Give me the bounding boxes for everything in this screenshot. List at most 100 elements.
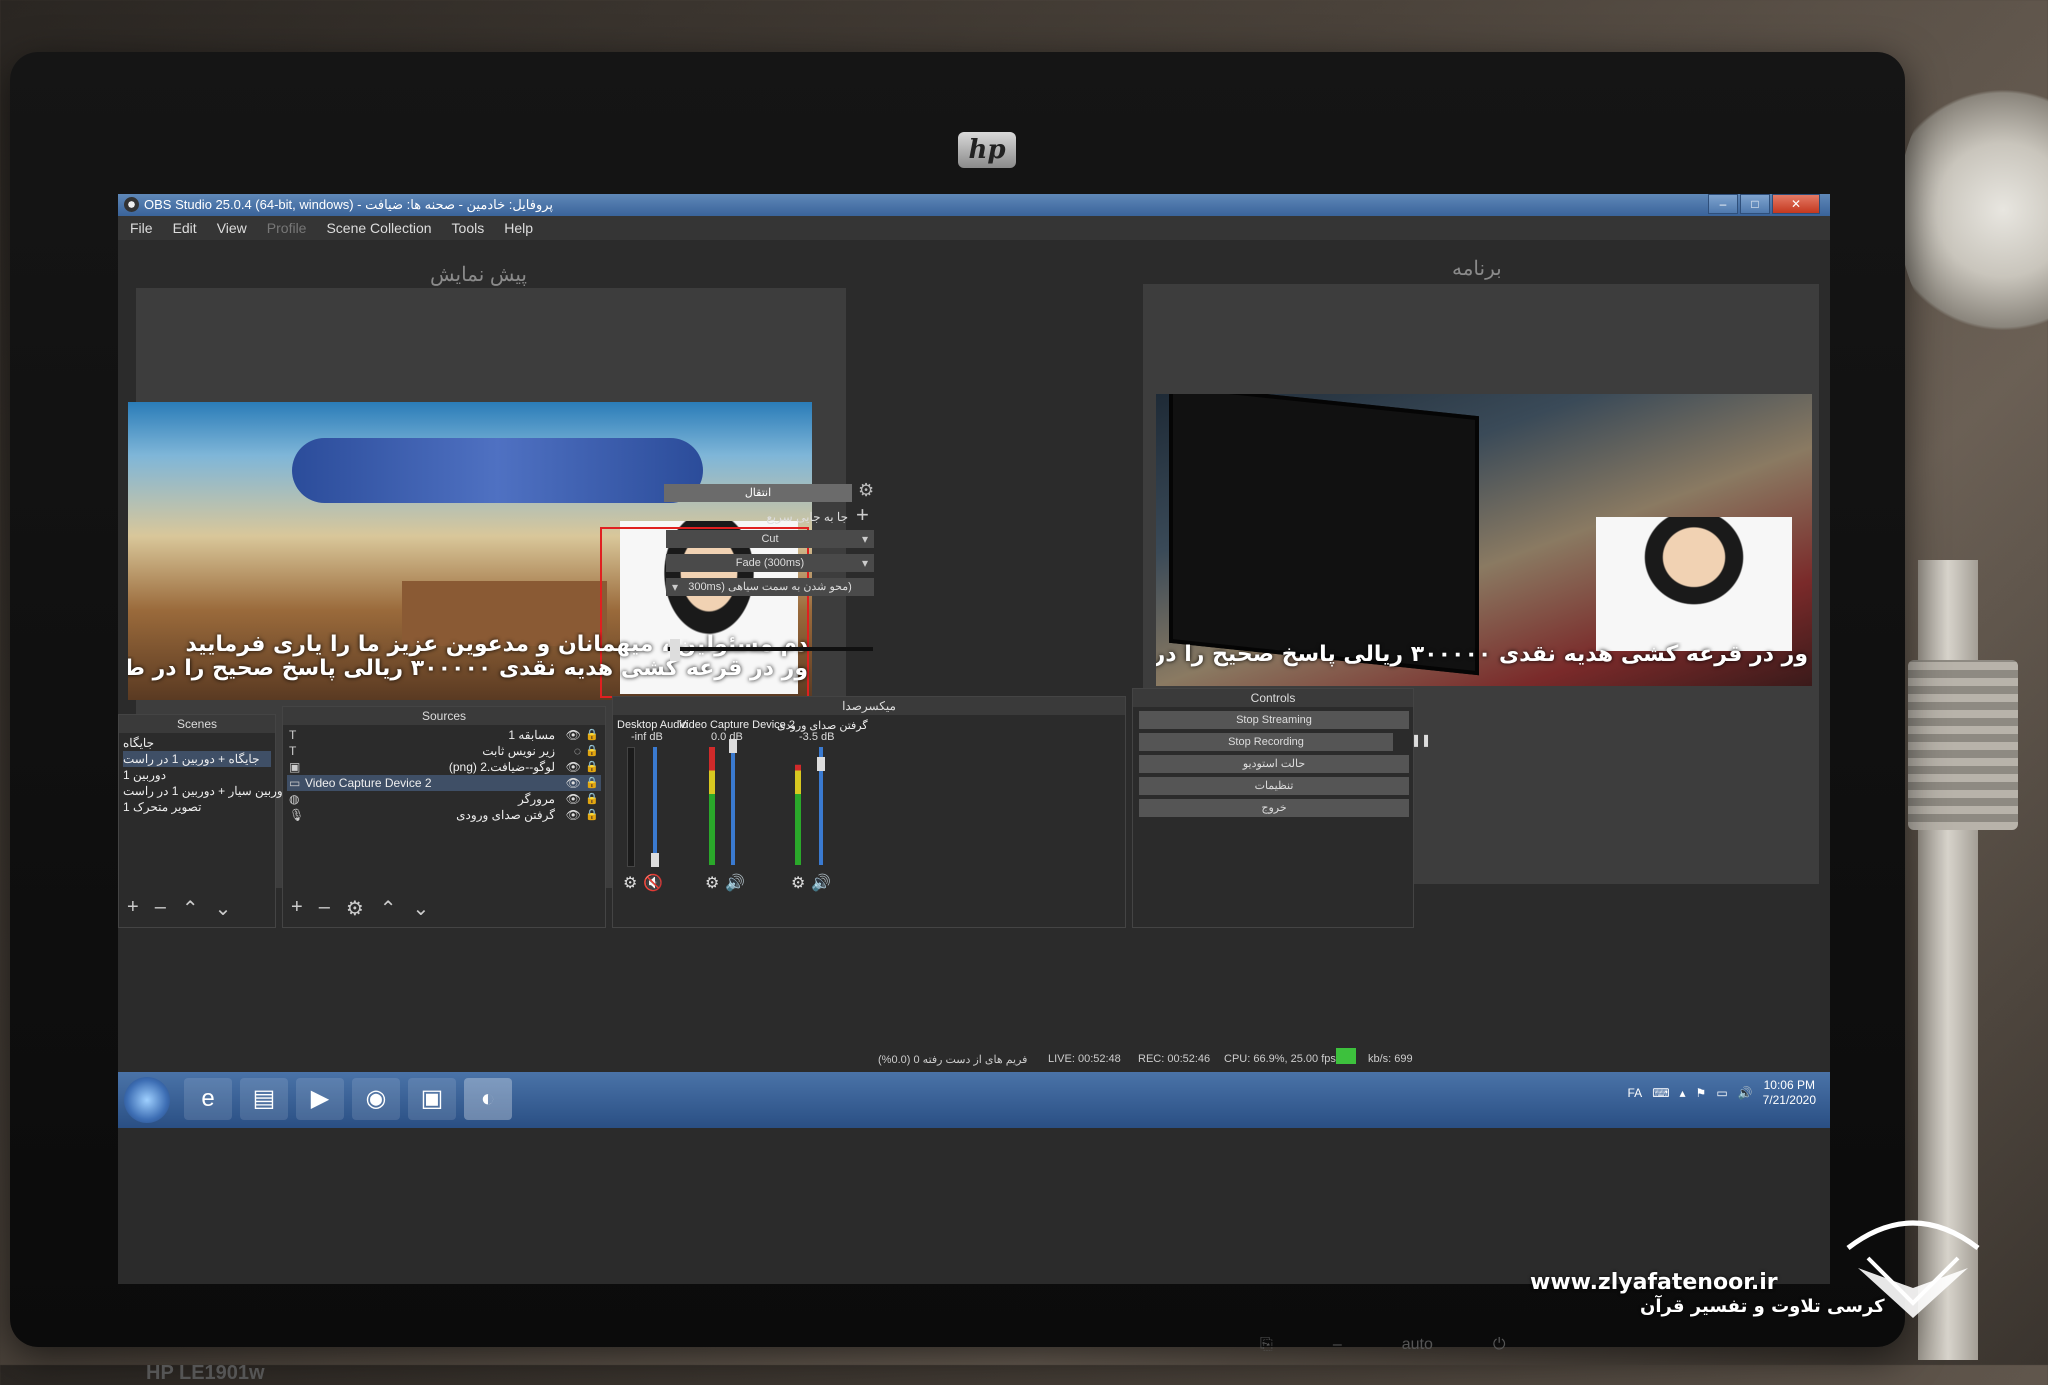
exit-button[interactable]: خروج — [1139, 799, 1409, 817]
stop-recording-button[interactable]: Stop Recording — [1139, 733, 1393, 751]
close-button[interactable]: ✕ — [1772, 194, 1820, 214]
minimize-button[interactable]: – — [1708, 194, 1738, 214]
quick-transition-cut[interactable]: Cut ▾ — [666, 530, 874, 548]
add-scene-button[interactable]: + — [127, 896, 139, 921]
quick-transition-fade-black[interactable]: (محو شدن به سمت سیاهی (300ms ▾ — [666, 578, 874, 596]
clock-date: 7/21/2020 — [1762, 1093, 1816, 1107]
chevron-up-icon[interactable]: ▴ — [1680, 1086, 1686, 1100]
remove-scene-button[interactable]: – — [155, 896, 166, 921]
controls-dock: Controls Stop Streaming Stop Recording ❚… — [1132, 688, 1431, 928]
internet-explorer-icon[interactable]: e — [184, 1078, 232, 1120]
menu-profile[interactable]: Profile — [267, 220, 307, 236]
scene-item[interactable]: تصویر متحرک 1 — [123, 799, 271, 815]
flag-icon[interactable]: ⚑ — [1696, 1086, 1707, 1100]
source-properties-button[interactable]: ⚙ — [346, 896, 364, 921]
gear-icon[interactable]: ⚙ — [858, 480, 874, 501]
camera-icon: ▭ — [289, 776, 301, 790]
channel-db: 0.0 dB — [711, 731, 743, 743]
menu-file[interactable]: File — [130, 220, 153, 236]
menu-view[interactable]: View — [217, 220, 247, 236]
sources-title: Sources — [283, 707, 605, 725]
eye-icon[interactable]: 👁 — [566, 727, 581, 743]
source-item[interactable]: T مسابقه 1 👁 🔒 — [287, 727, 601, 743]
gear-icon[interactable]: ⚙ — [623, 873, 637, 893]
audio-meter — [709, 747, 715, 865]
quick-transition-fade[interactable]: Fade (300ms) ▾ — [666, 554, 874, 572]
remove-source-button[interactable]: – — [319, 896, 330, 921]
muted-speaker-icon[interactable]: 🔇 — [643, 873, 663, 893]
speaker-icon[interactable]: 🔊 — [725, 873, 745, 893]
volume-fader[interactable] — [731, 747, 735, 865]
remote-desktop-icon[interactable]: ▣ — [408, 1078, 456, 1120]
scene-item-selected[interactable]: جایگاه + دوربین 1 در راست — [123, 751, 271, 767]
lock-icon[interactable]: 🔒 — [585, 791, 599, 807]
input-icon[interactable]: ⎘ — [1260, 1336, 1273, 1354]
source-name: مرورگر — [518, 792, 555, 806]
lock-icon[interactable]: 🔒 — [585, 759, 599, 775]
eye-icon[interactable]: 👁 — [566, 775, 581, 791]
volume-icon[interactable]: 🔊 — [1738, 1086, 1753, 1100]
source-item[interactable]: T زیر نویس ثابت ◌ 🔒 — [287, 743, 601, 759]
t-bar-handle[interactable] — [670, 639, 680, 661]
eye-icon[interactable]: 👁 — [566, 791, 581, 807]
source-item[interactable]: ▣ لوگو--ضیافت.2 (png) 👁 🔒 — [287, 759, 601, 775]
quick-transition-fade-label: Fade (300ms) — [735, 557, 805, 569]
power-icon[interactable]: ⏻ — [1493, 1336, 1506, 1354]
move-down-button[interactable]: ⌄ — [215, 896, 232, 921]
lock-icon[interactable]: 🔒 — [585, 727, 599, 743]
menu-scene-collection[interactable]: Scene Collection — [326, 220, 431, 236]
source-item-selected[interactable]: ▭ Video Capture Device 2 👁 🔒 — [287, 775, 601, 791]
minus-icon[interactable]: – — [1333, 1336, 1342, 1354]
maximize-button[interactable]: □ — [1740, 194, 1770, 214]
volume-fader[interactable] — [653, 747, 657, 865]
scene-item[interactable]: جایگاه — [123, 735, 271, 751]
firefox-icon[interactable]: ◉ — [352, 1078, 400, 1120]
volume-fader-knob[interactable] — [651, 853, 659, 867]
gear-icon[interactable]: ⚙ — [791, 873, 805, 893]
start-button[interactable] — [124, 1077, 170, 1123]
source-item[interactable]: ◍ مرورگر 👁 🔒 — [287, 791, 601, 807]
source-item[interactable]: 🎙 گرفتن صدای ورودی 👁 🔒 — [287, 807, 601, 823]
menu-edit[interactable]: Edit — [173, 220, 197, 236]
gear-icon[interactable]: ⚙ — [705, 873, 719, 893]
stop-streaming-button[interactable]: Stop Streaming — [1139, 711, 1409, 729]
source-name: Video Capture Device 2 — [305, 776, 432, 790]
keyboard-icon[interactable]: ⌨ — [1652, 1086, 1669, 1100]
language-indicator[interactable]: FA — [1628, 1086, 1643, 1100]
scene-item[interactable]: دوربین سیار + دوربین 1 در راست — [123, 783, 288, 799]
speaker-icon[interactable]: 🔊 — [811, 873, 831, 893]
lock-icon[interactable]: 🔒 — [585, 775, 599, 791]
menu-help[interactable]: Help — [504, 220, 533, 236]
add-source-button[interactable]: + — [291, 896, 303, 921]
studio-mode-button[interactable]: حالت استودیو — [1139, 755, 1409, 773]
volume-fader-knob[interactable] — [817, 757, 825, 771]
file-explorer-icon[interactable]: ▤ — [240, 1078, 288, 1120]
window-title: OBS Studio 25.0.4 (64-bit, windows) - پر… — [144, 197, 554, 212]
scene-item[interactable]: دوربین 1 — [123, 767, 271, 783]
media-player-icon[interactable]: ▶ — [296, 1078, 344, 1120]
preview-video[interactable]: دم مسئولین ، میهمانان و مدعوین عزیز ما ر… — [128, 402, 812, 700]
add-quick-transition-button[interactable]: + — [856, 502, 869, 528]
move-up-button[interactable]: ⌃ — [182, 896, 199, 921]
move-down-button[interactable]: ⌄ — [413, 896, 430, 921]
menu-tools[interactable]: Tools — [452, 220, 485, 236]
settings-button[interactable]: تنظیمات — [1139, 777, 1409, 795]
auto-label[interactable]: auto — [1402, 1336, 1433, 1354]
network-icon[interactable]: ▭ — [1716, 1086, 1727, 1100]
lock-icon[interactable]: 🔒 — [585, 807, 599, 823]
obs-taskbar-icon[interactable]: ◐ — [464, 1078, 512, 1120]
eye-icon[interactable]: 👁 — [566, 759, 581, 775]
monitor-model: HP LE1901w — [146, 1362, 265, 1384]
controls-title: Controls — [1133, 689, 1413, 707]
watermark-logo — [1846, 1220, 1980, 1318]
transition-button[interactable]: انتقال — [664, 484, 852, 502]
clock[interactable]: 10:06 PM 7/21/2020 — [1763, 1078, 1816, 1108]
status-bar: فریم های از دست رفته 0 (0.0%) LIVE: 00:5… — [118, 1050, 1830, 1070]
pause-icon[interactable]: ❚❚ — [1411, 733, 1431, 747]
lock-icon[interactable]: 🔒 — [585, 743, 599, 759]
t-bar-track[interactable] — [668, 647, 873, 651]
eye-icon[interactable]: 👁 — [566, 807, 581, 823]
eye-off-icon[interactable]: ◌ — [574, 743, 581, 759]
move-up-button[interactable]: ⌃ — [380, 896, 397, 921]
volume-fader-knob[interactable] — [729, 739, 737, 753]
